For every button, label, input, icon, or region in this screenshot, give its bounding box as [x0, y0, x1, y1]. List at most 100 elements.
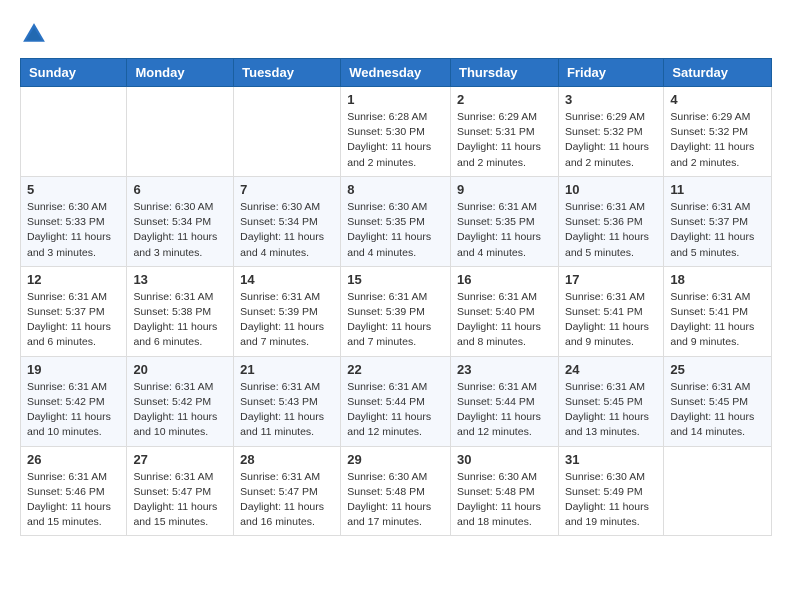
calendar-cell: 14 Sunrise: 6:31 AM Sunset: 5:39 PM Dayli… [234, 266, 341, 356]
day-header-sunday: Sunday [21, 59, 127, 87]
calendar-cell [664, 446, 772, 536]
day-number: 19 [27, 362, 120, 377]
calendar-cell: 26 Sunrise: 6:31 AM Sunset: 5:46 PM Dayli… [21, 446, 127, 536]
day-number: 21 [240, 362, 334, 377]
day-info: Sunrise: 6:31 AM Sunset: 5:42 PM Dayligh… [27, 380, 120, 441]
calendar-cell: 15Sunrise: 6:31 AM Sunset: 5:39 PM Dayli… [341, 266, 451, 356]
day-header-thursday: Thursday [451, 59, 559, 87]
day-number: 24 [565, 362, 657, 377]
calendar-cell: 30 Sunrise: 6:30 AM Sunset: 5:48 PM Dayli… [451, 446, 559, 536]
calendar-cell: 12 Sunrise: 6:31 AM Sunset: 5:37 PM Dayli… [21, 266, 127, 356]
calendar-cell: 8 Sunrise: 6:30 AM Sunset: 5:35 PM Daylig… [341, 176, 451, 266]
day-info: Sunrise: 6:30 AM Sunset: 5:34 PM Dayligh… [240, 200, 334, 261]
calendar-cell: 5 Sunrise: 6:30 AM Sunset: 5:33 PM Daylig… [21, 176, 127, 266]
calendar-cell: 21 Sunrise: 6:31 AM Sunset: 5:43 PM Dayli… [234, 356, 341, 446]
day-info: Sunrise: 6:30 AM Sunset: 5:49 PM Dayligh… [565, 470, 657, 531]
logo-icon [20, 20, 48, 48]
day-number: 29 [347, 452, 444, 467]
calendar-cell: 16 Sunrise: 6:31 AM Sunset: 5:40 PM Dayli… [451, 266, 559, 356]
calendar-cell: 6 Sunrise: 6:30 AM Sunset: 5:34 PM Daylig… [127, 176, 234, 266]
day-number: 22 [347, 362, 444, 377]
calendar-week-row: 5 Sunrise: 6:30 AM Sunset: 5:33 PM Daylig… [21, 176, 772, 266]
day-info: Sunrise: 6:31 AM Sunset: 5:37 PM Dayligh… [27, 290, 120, 351]
day-info: Sunrise: 6:31 AM Sunset: 5:40 PM Dayligh… [457, 290, 552, 351]
calendar-cell: 4Sunrise: 6:29 AM Sunset: 5:32 PM Daylig… [664, 87, 772, 177]
calendar-cell: 20Sunrise: 6:31 AM Sunset: 5:42 PM Dayli… [127, 356, 234, 446]
day-info: Sunrise: 6:31 AM Sunset: 5:36 PM Dayligh… [565, 200, 657, 261]
day-number: 7 [240, 182, 334, 197]
day-info: Sunrise: 6:31 AM Sunset: 5:45 PM Dayligh… [565, 380, 657, 441]
day-info: Sunrise: 6:31 AM Sunset: 5:38 PM Dayligh… [133, 290, 227, 351]
calendar-cell: 17 Sunrise: 6:31 AM Sunset: 5:41 PM Dayli… [558, 266, 663, 356]
calendar-cell: 28Sunrise: 6:31 AM Sunset: 5:47 PM Dayli… [234, 446, 341, 536]
day-number: 17 [565, 272, 657, 287]
day-header-friday: Friday [558, 59, 663, 87]
day-number: 25 [670, 362, 765, 377]
day-info: Sunrise: 6:31 AM Sunset: 5:44 PM Dayligh… [457, 380, 552, 441]
day-info: Sunrise: 6:29 AM Sunset: 5:32 PM Dayligh… [565, 110, 657, 171]
day-number: 20 [133, 362, 227, 377]
calendar-cell: 3 Sunrise: 6:29 AM Sunset: 5:32 PM Daylig… [558, 87, 663, 177]
calendar-week-row: 26 Sunrise: 6:31 AM Sunset: 5:46 PM Dayli… [21, 446, 772, 536]
day-info: Sunrise: 6:29 AM Sunset: 5:31 PM Dayligh… [457, 110, 552, 171]
day-number: 30 [457, 452, 552, 467]
calendar-cell [127, 87, 234, 177]
calendar-cell: 10 Sunrise: 6:31 AM Sunset: 5:36 PM Dayli… [558, 176, 663, 266]
calendar-cell: 18Sunrise: 6:31 AM Sunset: 5:41 PM Dayli… [664, 266, 772, 356]
calendar-cell: 2Sunrise: 6:29 AM Sunset: 5:31 PM Daylig… [451, 87, 559, 177]
calendar-week-row: 19 Sunrise: 6:31 AM Sunset: 5:42 PM Dayli… [21, 356, 772, 446]
calendar-cell [234, 87, 341, 177]
day-header-tuesday: Tuesday [234, 59, 341, 87]
calendar-cell: 9 Sunrise: 6:31 AM Sunset: 5:35 PM Daylig… [451, 176, 559, 266]
day-number: 6 [133, 182, 227, 197]
calendar-week-row: 1 Sunrise: 6:28 AM Sunset: 5:30 PM Daylig… [21, 87, 772, 177]
day-number: 5 [27, 182, 120, 197]
day-number: 23 [457, 362, 552, 377]
day-number: 8 [347, 182, 444, 197]
day-info: Sunrise: 6:31 AM Sunset: 5:47 PM Dayligh… [133, 470, 227, 531]
calendar-cell: 1 Sunrise: 6:28 AM Sunset: 5:30 PM Daylig… [341, 87, 451, 177]
day-info: Sunrise: 6:31 AM Sunset: 5:39 PM Dayligh… [240, 290, 334, 351]
day-info: Sunrise: 6:31 AM Sunset: 5:46 PM Dayligh… [27, 470, 120, 531]
day-number: 3 [565, 92, 657, 107]
calendar-cell: 29Sunrise: 6:30 AM Sunset: 5:48 PM Dayli… [341, 446, 451, 536]
day-number: 9 [457, 182, 552, 197]
calendar-cell: 27 Sunrise: 6:31 AM Sunset: 5:47 PM Dayli… [127, 446, 234, 536]
calendar-cell [21, 87, 127, 177]
day-header-saturday: Saturday [664, 59, 772, 87]
day-number: 1 [347, 92, 444, 107]
day-header-wednesday: Wednesday [341, 59, 451, 87]
day-info: Sunrise: 6:30 AM Sunset: 5:35 PM Dayligh… [347, 200, 444, 261]
calendar-header-row: SundayMondayTuesdayWednesdayThursdayFrid… [21, 59, 772, 87]
day-number: 26 [27, 452, 120, 467]
calendar-cell: 11 Sunrise: 6:31 AM Sunset: 5:37 PM Dayli… [664, 176, 772, 266]
day-info: Sunrise: 6:31 AM Sunset: 5:35 PM Dayligh… [457, 200, 552, 261]
day-number: 11 [670, 182, 765, 197]
day-number: 16 [457, 272, 552, 287]
day-number: 12 [27, 272, 120, 287]
day-info: Sunrise: 6:31 AM Sunset: 5:45 PM Dayligh… [670, 380, 765, 441]
day-info: Sunrise: 6:30 AM Sunset: 5:48 PM Dayligh… [457, 470, 552, 531]
day-info: Sunrise: 6:31 AM Sunset: 5:47 PM Dayligh… [240, 470, 334, 531]
day-number: 18 [670, 272, 765, 287]
calendar-cell: 24 Sunrise: 6:31 AM Sunset: 5:45 PM Dayli… [558, 356, 663, 446]
calendar-cell: 31 Sunrise: 6:30 AM Sunset: 5:49 PM Dayli… [558, 446, 663, 536]
day-info: Sunrise: 6:31 AM Sunset: 5:43 PM Dayligh… [240, 380, 334, 441]
day-number: 10 [565, 182, 657, 197]
day-info: Sunrise: 6:30 AM Sunset: 5:33 PM Dayligh… [27, 200, 120, 261]
calendar-cell: 23 Sunrise: 6:31 AM Sunset: 5:44 PM Dayli… [451, 356, 559, 446]
day-info: Sunrise: 6:31 AM Sunset: 5:37 PM Dayligh… [670, 200, 765, 261]
day-number: 15 [347, 272, 444, 287]
day-info: Sunrise: 6:28 AM Sunset: 5:30 PM Dayligh… [347, 110, 444, 171]
calendar-cell: 19 Sunrise: 6:31 AM Sunset: 5:42 PM Dayli… [21, 356, 127, 446]
day-info: Sunrise: 6:30 AM Sunset: 5:34 PM Dayligh… [133, 200, 227, 261]
day-number: 31 [565, 452, 657, 467]
day-number: 14 [240, 272, 334, 287]
day-number: 27 [133, 452, 227, 467]
day-number: 13 [133, 272, 227, 287]
day-header-monday: Monday [127, 59, 234, 87]
calendar-cell: 25 Sunrise: 6:31 AM Sunset: 5:45 PM Dayli… [664, 356, 772, 446]
day-info: Sunrise: 6:31 AM Sunset: 5:41 PM Dayligh… [565, 290, 657, 351]
calendar-cell: 22Sunrise: 6:31 AM Sunset: 5:44 PM Dayli… [341, 356, 451, 446]
logo [20, 20, 52, 48]
